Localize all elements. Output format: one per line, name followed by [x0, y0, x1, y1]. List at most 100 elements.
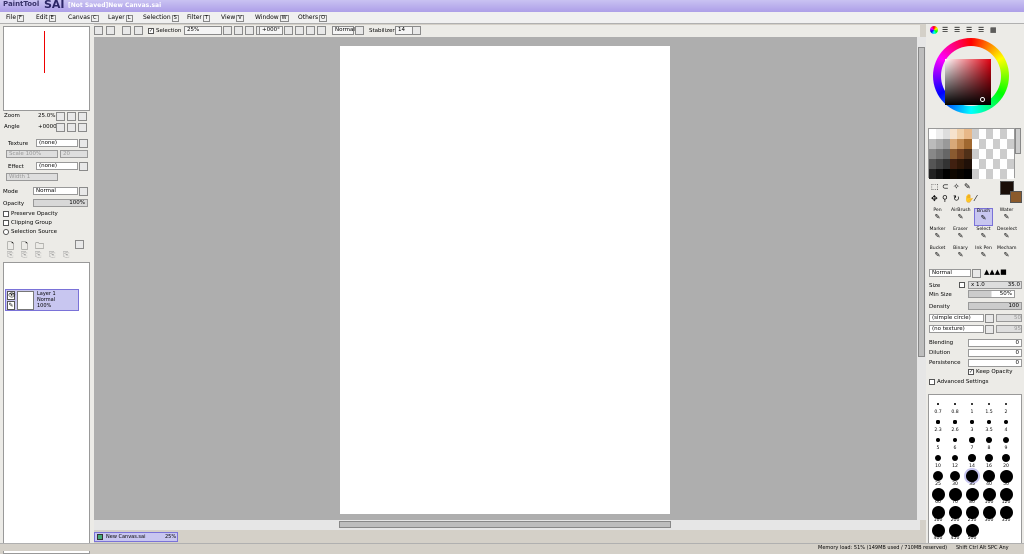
zoom-out-button[interactable] — [56, 112, 65, 121]
transfer-down-icon[interactable]: ⎘ — [7, 250, 13, 260]
brush-size-dot[interactable] — [982, 487, 996, 501]
color-swatch[interactable] — [943, 159, 951, 169]
color-swatch[interactable] — [950, 129, 958, 139]
stabilizer-dropdown-icon[interactable] — [412, 26, 421, 35]
color-swatch[interactable] — [964, 149, 972, 159]
eyedropper-tool-icon[interactable]: ⁄ — [975, 194, 976, 203]
color-swatch[interactable] — [936, 149, 944, 159]
color-swatch[interactable] — [950, 159, 958, 169]
zoom-out-toolbar-button[interactable] — [223, 26, 232, 35]
color-swatch[interactable] — [992, 159, 1000, 169]
brush-size-dot[interactable] — [999, 487, 1013, 501]
color-swatch[interactable] — [971, 139, 979, 149]
color-swatch[interactable] — [978, 149, 986, 159]
undo-button[interactable] — [94, 26, 103, 35]
color-swatch[interactable] — [957, 139, 965, 149]
menu-filter[interactable]: Filter T — [187, 14, 210, 22]
brush-size-dot[interactable] — [966, 470, 978, 482]
brush-size-dot[interactable] — [935, 437, 941, 443]
tool-bucket[interactable]: Bucket ✎ — [928, 246, 947, 264]
brush-size-dot[interactable] — [982, 469, 996, 483]
color-swatch[interactable] — [999, 129, 1007, 139]
color-swatch[interactable] — [971, 169, 979, 179]
brush-size-dot[interactable] — [954, 403, 956, 405]
mode-dropdown-icon[interactable] — [79, 187, 88, 196]
color-swatch[interactable] — [985, 129, 993, 139]
selection-source-radio[interactable] — [3, 229, 9, 235]
color-swatch[interactable] — [971, 149, 979, 159]
layer-mode-select[interactable]: Normal — [33, 187, 78, 195]
swatch-icon[interactable]: ☰ — [966, 26, 972, 34]
tool-select[interactable]: Select ✎ — [974, 227, 993, 245]
canvas-area[interactable] — [94, 37, 920, 520]
merge-down-icon[interactable]: ⎘ — [21, 250, 27, 260]
color-swatch[interactable] — [943, 129, 951, 139]
flip-horizontal-button[interactable] — [317, 26, 326, 35]
brush-size-dot[interactable] — [982, 505, 996, 519]
menu-canvas[interactable]: Canvas C — [68, 14, 99, 22]
scratchpad-icon[interactable]: ☰ — [978, 26, 984, 34]
color-swatch[interactable] — [964, 169, 972, 179]
menu-view[interactable]: View V — [221, 14, 244, 22]
hsv-slider-icon[interactable]: ☰ — [954, 26, 960, 34]
texture-dropdown-icon[interactable] — [79, 139, 88, 148]
duplicate-layer-icon[interactable]: ⎘ — [63, 250, 69, 260]
brush-size-dot[interactable] — [968, 454, 976, 462]
color-swatch[interactable] — [999, 149, 1007, 159]
color-swatch[interactable] — [943, 169, 951, 179]
brush-size-dot[interactable] — [948, 505, 962, 519]
color-palette-icon[interactable]: ▦ — [990, 26, 997, 34]
tool-binary[interactable]: Binary ✎ — [951, 246, 970, 264]
stabilizer-select[interactable]: 14 — [395, 26, 413, 35]
color-swatch[interactable] — [929, 159, 937, 169]
brush-size-dot[interactable] — [948, 487, 962, 501]
color-swatch[interactable] — [1006, 139, 1014, 149]
color-swatch[interactable] — [999, 159, 1007, 169]
invert-selection-button[interactable] — [134, 26, 143, 35]
tool-water[interactable]: Water ✎ — [997, 208, 1016, 226]
tool-brush[interactable]: Brush ✎ — [974, 208, 993, 226]
horizontal-scrollbar[interactable] — [94, 520, 920, 530]
color-swatch[interactable] — [985, 159, 993, 169]
color-swatch[interactable] — [992, 129, 1000, 139]
menu-window[interactable]: Window W — [255, 14, 289, 22]
zoom-reset-button[interactable] — [78, 112, 87, 121]
navigator-preview[interactable] — [3, 26, 90, 111]
color-swatch[interactable] — [936, 169, 944, 179]
color-swatch[interactable] — [978, 169, 986, 179]
brush-shape-select[interactable]: (simple circle) — [929, 314, 984, 322]
color-swatch[interactable] — [950, 139, 958, 149]
brush-size-dot[interactable] — [948, 523, 962, 537]
persistence-slider[interactable]: 0 — [968, 359, 1022, 367]
size-slider[interactable]: x 1.0 35.0 — [968, 281, 1022, 289]
brush-size-dot[interactable] — [933, 471, 943, 481]
brush-size-dot[interactable] — [1004, 420, 1008, 424]
brush-size-dot[interactable] — [1004, 402, 1008, 406]
menu-file[interactable]: File F — [6, 14, 24, 22]
rgb-slider-icon[interactable]: ☰ — [942, 26, 948, 34]
tool-marker[interactable]: Marker ✎ — [928, 227, 947, 245]
color-swatch[interactable] — [1006, 169, 1014, 179]
color-swatch[interactable] — [957, 159, 965, 169]
zoom-fit-button[interactable] — [245, 26, 254, 35]
blending-slider[interactable]: 0 — [968, 339, 1022, 347]
brush-size-dot[interactable] — [934, 454, 942, 462]
color-swatch[interactable] — [943, 149, 951, 159]
color-swatch[interactable] — [964, 159, 972, 169]
brush-size-dot[interactable] — [986, 437, 992, 443]
reset-rotation-button[interactable] — [306, 26, 315, 35]
color-swatch[interactable] — [950, 169, 958, 179]
brush-texture-dropdown-icon[interactable] — [985, 325, 994, 334]
color-swatch[interactable] — [929, 149, 937, 159]
deselect-button[interactable] — [122, 26, 131, 35]
brush-size-dot[interactable] — [931, 487, 945, 501]
color-swatch[interactable] — [992, 139, 1000, 149]
brush-mode-select[interactable]: Normal — [929, 269, 971, 277]
tool-airbrush[interactable]: AirBrush ✎ — [951, 208, 971, 226]
color-swatch[interactable] — [978, 159, 986, 169]
color-swatch[interactable] — [999, 139, 1007, 149]
brush-size-dot[interactable] — [969, 437, 975, 443]
clear-layer-icon[interactable]: ⎘ — [35, 250, 41, 260]
brush-size-dot[interactable] — [931, 505, 945, 519]
saturation-value-square[interactable] — [945, 59, 991, 105]
